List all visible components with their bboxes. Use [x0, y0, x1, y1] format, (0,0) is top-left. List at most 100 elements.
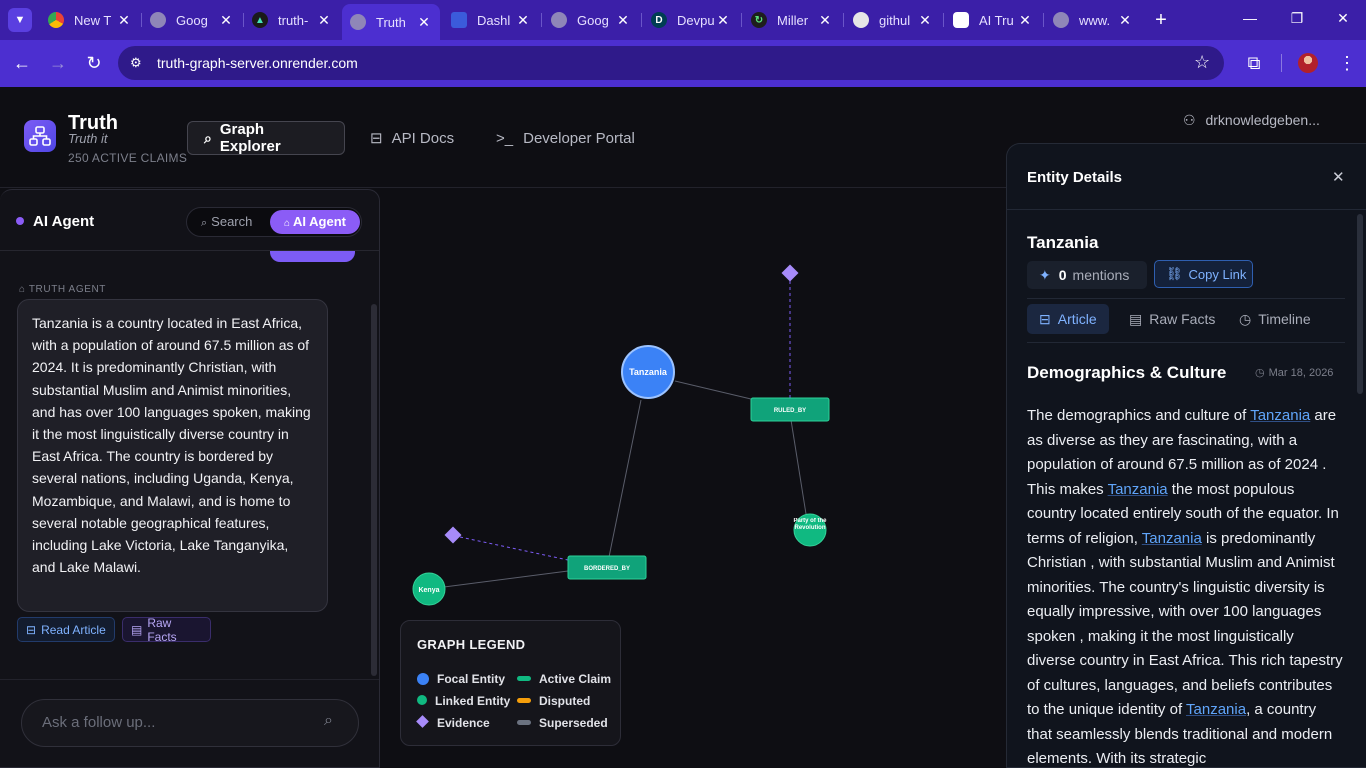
- panel-title: Entity Details: [1027, 169, 1123, 186]
- app-root: Truth Truth it 250 ACTIVE CLAIMS ⌕ Graph…: [0, 87, 1366, 768]
- disputed-swatch: [517, 698, 531, 703]
- evidence-node[interactable]: [781, 264, 799, 282]
- tab-title: Dashl: [477, 12, 511, 28]
- speaker-name: TRUTH AGENT: [28, 284, 107, 295]
- legend-focal: Focal Entity: [437, 672, 506, 686]
- browser-tab[interactable]: githul ✕: [845, 6, 941, 34]
- status-dot: [16, 217, 24, 225]
- close-icon[interactable]: ✕: [1117, 12, 1133, 29]
- close-icon[interactable]: ✕: [218, 12, 234, 29]
- browser-tab-active[interactable]: Truth ✕: [342, 4, 440, 40]
- tab-title: New T: [74, 12, 112, 28]
- site-info-icon[interactable]: ⚙: [130, 55, 142, 71]
- legend-active: Active Claim: [539, 672, 612, 686]
- kebab-menu-icon[interactable]: ⋮: [1336, 52, 1358, 74]
- panel-divider: [1007, 209, 1366, 210]
- browser-tab[interactable]: D Devpu ✕: [643, 6, 739, 34]
- close-icon[interactable]: ✕: [615, 12, 631, 29]
- chrome-icon: [48, 12, 64, 28]
- close-icon[interactable]: ✕: [1017, 12, 1033, 29]
- forward-icon[interactable]: →: [47, 52, 69, 74]
- mode-search-button[interactable]: ⌕ Search: [201, 214, 252, 230]
- browser-tab[interactable]: Goog ✕: [543, 6, 639, 34]
- globe-icon: [551, 12, 567, 28]
- extensions-icon[interactable]: ⧉: [1243, 52, 1265, 74]
- followup-input[interactable]: Ask a follow up... ⌕: [21, 699, 359, 747]
- mode-toggle: ⌕ Search ⌂ AI Agent: [186, 207, 362, 237]
- restore-icon[interactable]: ❐: [1287, 10, 1307, 27]
- mode-agent-label: AI Agent: [293, 214, 346, 229]
- evidence-swatch: [416, 715, 429, 728]
- back-icon[interactable]: ←: [11, 52, 33, 74]
- toolbar-divider: [1281, 54, 1282, 72]
- url-text[interactable]: truth-graph-server.onrender.com: [157, 55, 358, 71]
- claims-count: 250 ACTIVE CLAIMS: [68, 151, 188, 165]
- search-icon[interactable]: ⌕: [324, 712, 333, 730]
- close-icon[interactable]: ✕: [817, 12, 833, 29]
- new-tab-button[interactable]: +: [1150, 8, 1172, 32]
- document-icon: ▤: [131, 622, 143, 637]
- tab-title: Goog: [577, 12, 609, 28]
- tab-search-button[interactable]: ▼: [8, 8, 32, 32]
- close-icon[interactable]: ✕: [116, 12, 132, 29]
- node-label: Kenya: [418, 587, 439, 594]
- reload-icon[interactable]: ↻: [83, 52, 105, 74]
- browser-tab[interactable]: www. ✕: [1045, 6, 1141, 34]
- tab-raw-facts[interactable]: ▤ Raw Facts: [1129, 304, 1215, 334]
- avatar[interactable]: [1298, 53, 1318, 73]
- entity-link[interactable]: Tanzania: [1142, 530, 1202, 547]
- entity-link[interactable]: Tanzania: [1250, 407, 1310, 424]
- entity-link[interactable]: Tanzania: [1186, 701, 1246, 718]
- read-article-button[interactable]: ⊟ Read Article: [17, 617, 115, 642]
- followup-placeholder[interactable]: Ask a follow up...: [42, 714, 155, 731]
- close-icon[interactable]: ✕: [316, 12, 332, 29]
- tab-title: Goog: [176, 12, 208, 28]
- browser-tab[interactable]: Goog ✕: [142, 6, 242, 34]
- browser-toolbar: ← → ↻ ⚙ truth-graph-server.onrender.com …: [0, 40, 1366, 87]
- browser-tab[interactable]: ▲ truth- ✕: [244, 6, 340, 34]
- mode-agent-button[interactable]: ⌂ AI Agent: [270, 210, 360, 234]
- window-close-icon[interactable]: ✕: [1333, 10, 1353, 27]
- browser-tab[interactable]: New T ✕: [40, 6, 140, 34]
- tab-timeline[interactable]: ◷ Timeline: [1239, 304, 1311, 334]
- terminal-icon: >_: [496, 129, 514, 147]
- chat-scrollbar[interactable]: [371, 304, 377, 676]
- ai-agent-panel: AI Agent ⌕ Search ⌂ AI Agent ⌂ TRUTH AGENT…: [0, 189, 380, 768]
- user-menu[interactable]: ⚇ drknowledgeben...: [1183, 112, 1320, 129]
- tab-separator: [741, 13, 742, 27]
- browser-tab-strip: ▼ New T ✕ Goog ✕ ▲ truth- ✕ Truth ✕ Dash…: [0, 0, 1366, 40]
- browser-tab[interactable]: Dashl ✕: [443, 6, 539, 34]
- miller-icon: ↻: [751, 12, 767, 28]
- logo-icon[interactable]: [24, 120, 56, 152]
- close-icon[interactable]: ✕: [416, 14, 432, 31]
- tab-separator: [943, 13, 944, 27]
- close-icon[interactable]: ✕: [1332, 168, 1345, 186]
- address-bar[interactable]: ⚙ truth-graph-server.onrender.com ☆: [118, 46, 1224, 80]
- browser-tab[interactable]: AI Tru ✕: [945, 6, 1041, 34]
- copy-link-button[interactable]: ⛓ Copy Link: [1154, 260, 1253, 288]
- mode-search-label: Search: [211, 214, 253, 229]
- article-body: The demographics and culture of Tanzania…: [1027, 404, 1345, 767]
- browser-tab[interactable]: ↻ Miller ✕: [743, 6, 841, 34]
- search-icon: ⌕: [201, 217, 208, 229]
- entity-link[interactable]: Tanzania: [1108, 481, 1168, 498]
- user-icon: ⚇: [1183, 112, 1196, 128]
- nav-developer-portal[interactable]: >_ Developer Portal: [496, 121, 635, 155]
- dashboard-icon: [451, 12, 467, 28]
- tab-article[interactable]: ⊟ Article: [1027, 304, 1109, 334]
- agent-message: Tanzania is a country located in East Af…: [17, 299, 328, 612]
- raw-facts-button[interactable]: ▤ Raw Facts: [122, 616, 211, 644]
- nav-label: Graph Explorer: [219, 121, 281, 155]
- bookmark-star-icon[interactable]: ☆: [1194, 52, 1210, 73]
- nav-graph-explorer[interactable]: ⌕ Graph Explorer: [187, 121, 345, 155]
- close-icon[interactable]: ✕: [715, 12, 731, 29]
- close-icon[interactable]: ✕: [515, 12, 531, 29]
- minimize-icon[interactable]: —: [1240, 10, 1260, 26]
- close-icon[interactable]: ✕: [917, 12, 933, 29]
- nav-api-docs[interactable]: ⊟ API Docs: [370, 121, 454, 155]
- evidence-node[interactable]: [444, 526, 462, 544]
- panel-scrollbar[interactable]: [1357, 214, 1363, 394]
- user-name: drknowledgeben...: [1205, 112, 1320, 128]
- date-text: Mar 18, 2026: [1268, 367, 1334, 379]
- bot-icon: ⌂: [283, 218, 291, 229]
